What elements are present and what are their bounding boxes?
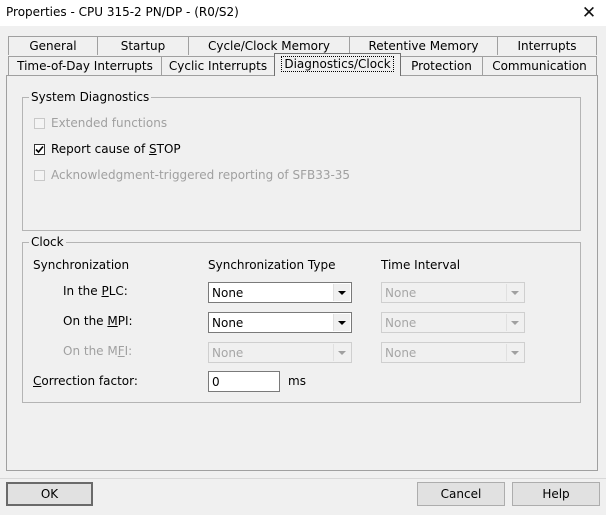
mpi-time-interval-value: None [385,316,417,330]
tab-protection[interactable]: Protection [400,56,483,75]
mfi-time-interval-value: None [385,346,417,360]
close-button[interactable]: ✕ [572,0,606,26]
chevron-down-icon [506,314,523,331]
ok-button[interactable]: OK [6,482,93,506]
mpi-sync-type-value: None [212,316,244,330]
tab-interrupts-label: Interrupts [517,39,577,53]
chevron-down-icon [506,344,523,361]
help-button[interactable]: Help [512,482,600,506]
tab-interrupts[interactable]: Interrupts [497,36,597,55]
synchronization-header: Synchronization [33,258,130,272]
tab-cyclic-interrupts[interactable]: Cyclic Interrupts [161,56,275,75]
plc-sync-type-value: None [212,286,244,300]
close-icon: ✕ [581,3,597,23]
time-interval-header: Time Interval [381,258,461,272]
tab-startup-label: Startup [120,39,166,53]
extended-functions-label: Extended functions [51,116,168,130]
mfi-sync-type-value: None [212,346,244,360]
correction-factor-unit: ms [288,374,306,388]
extended-functions-checkbox[interactable] [34,118,45,129]
plc-time-interval-value: None [385,286,417,300]
chevron-down-icon [333,314,350,331]
tab-retentive-memory-label: Retentive Memory [368,39,479,53]
tab-diagnostics-clock-label: Diagnostics/Clock [281,56,394,72]
tab-startup[interactable]: Startup [97,36,189,55]
tab-time-of-day-interrupts[interactable]: Time-of-Day Interrupts [8,56,162,75]
mfi-time-interval-select[interactable]: None [381,342,525,363]
check-icon [35,145,44,154]
on-the-mfi-label: On the MFI: [63,344,133,358]
mpi-sync-type-select[interactable]: None [208,312,352,333]
tab-cyclic-interrupts-label: Cyclic Interrupts [168,59,268,73]
chevron-down-icon [333,344,350,361]
clock-legend: Clock [31,235,64,249]
report-cause-of-stop-label: Report cause of STOP [51,142,181,156]
title-bar: Properties - CPU 315-2 PN/DP - (R0/S2) ✕ [0,0,606,26]
mpi-time-interval-select[interactable]: None [381,312,525,333]
tab-general[interactable]: General [8,36,98,55]
button-bar-divider [0,478,606,479]
on-the-mpi-label: On the MPI: [63,314,133,328]
tab-communication-label: Communication [492,59,587,73]
ack-reporting-label: Acknowledgment-triggered reporting of SF… [51,168,351,182]
correction-factor-value: 0 [212,375,220,389]
mfi-sync-type-select[interactable]: None [208,342,352,363]
report-cause-of-stop-checkbox[interactable] [34,144,45,155]
chevron-down-icon [333,284,350,301]
tab-protection-label: Protection [411,59,472,73]
chevron-down-icon [506,284,523,301]
synchronization-type-header: Synchronization Type [208,258,336,272]
tab-diagnostics-clock[interactable]: Diagnostics/Clock [274,53,401,76]
plc-time-interval-select[interactable]: None [381,282,525,303]
in-the-plc-label: In the PLC: [63,284,128,298]
correction-factor-label: Correction factor: [33,374,138,388]
cancel-button[interactable]: Cancel [417,482,505,506]
tab-time-of-day-interrupts-label: Time-of-Day Interrupts [17,59,153,73]
correction-factor-input[interactable]: 0 [208,371,280,392]
tab-cycle-clock-memory-label: Cycle/Clock Memory [207,39,331,53]
window-title: Properties - CPU 315-2 PN/DP - (R0/S2) [6,5,239,19]
system-diagnostics-group: System Diagnostics [22,90,581,231]
system-diagnostics-legend: System Diagnostics [31,90,150,104]
tab-communication[interactable]: Communication [482,56,597,75]
tab-general-label: General [29,39,77,53]
plc-sync-type-select[interactable]: None [208,282,352,303]
ack-reporting-checkbox[interactable] [34,170,45,181]
